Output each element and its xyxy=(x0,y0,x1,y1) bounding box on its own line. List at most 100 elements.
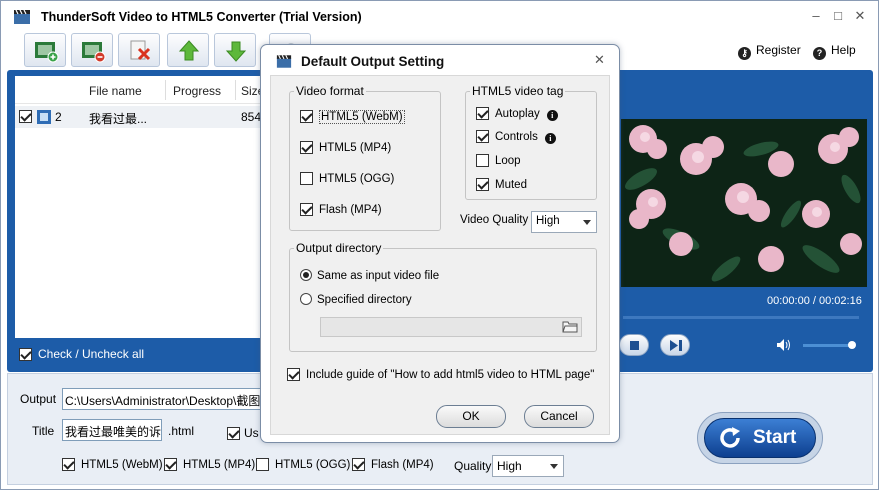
same-as-input-radio[interactable] xyxy=(300,269,312,281)
minimize-icon[interactable]: – xyxy=(807,7,825,25)
format-ogg-checkbox[interactable] xyxy=(256,458,269,471)
help-label: Help xyxy=(831,43,856,57)
help-link[interactable]: ? Help xyxy=(813,43,856,60)
vf-flash-option[interactable]: Flash (MP4) xyxy=(300,203,382,216)
register-link[interactable]: ⚷ Register xyxy=(738,43,801,60)
check-all-label: Check / Uncheck all xyxy=(38,347,145,361)
controls-checkbox[interactable] xyxy=(476,130,489,143)
autoplay-option[interactable]: Autoplay i xyxy=(476,107,558,121)
delete-icon xyxy=(130,40,151,61)
check-all-toggle[interactable]: Check / Uncheck all xyxy=(19,347,144,361)
info-icon[interactable]: i xyxy=(546,110,558,121)
include-guide-checkbox[interactable] xyxy=(287,368,300,381)
move-down-icon xyxy=(225,41,247,62)
format-webm-checkbox[interactable] xyxy=(62,458,75,471)
dialog-close-icon[interactable]: ✕ xyxy=(594,52,605,68)
quality-value: High xyxy=(497,459,522,473)
delete-button[interactable] xyxy=(118,33,160,67)
muted-checkbox[interactable] xyxy=(476,178,489,191)
format-flash-checkbox[interactable] xyxy=(352,458,365,471)
use-label: Us xyxy=(244,426,259,440)
autoplay-label: Autoplay xyxy=(495,108,540,120)
next-button[interactable] xyxy=(660,334,690,356)
title-field[interactable]: 我看过最唯美的诉 xyxy=(62,419,162,441)
use-option[interactable]: Us xyxy=(227,426,259,440)
default-output-setting-dialog: Default Output Setting ✕ Video format HT… xyxy=(260,44,620,443)
volume-slider[interactable] xyxy=(803,344,851,347)
start-label: Start xyxy=(753,427,797,448)
controls-option[interactable]: Controls i xyxy=(476,130,556,144)
move-up-button[interactable] xyxy=(167,33,209,67)
add-video-button[interactable] xyxy=(24,33,66,67)
column-divider xyxy=(165,80,166,100)
help-icon: ? xyxy=(813,47,826,60)
muted-option[interactable]: Muted xyxy=(476,178,527,191)
vf-webm-option[interactable]: HTML5 (WebM) xyxy=(300,110,405,124)
skip-forward-icon xyxy=(670,340,682,351)
film-icon xyxy=(37,110,51,124)
directory-path-field[interactable] xyxy=(320,317,582,337)
vf-ogg-label: HTML5 (OGG) xyxy=(319,173,395,185)
use-checkbox[interactable] xyxy=(227,427,240,440)
title-extension: .html xyxy=(168,424,195,438)
start-button[interactable]: Start xyxy=(697,412,823,464)
loop-checkbox[interactable] xyxy=(476,154,489,167)
seek-bar[interactable] xyxy=(623,316,859,319)
ok-button[interactable]: OK xyxy=(436,405,506,428)
format-ogg-option[interactable]: HTML5 (OGG) xyxy=(256,458,350,471)
close-icon[interactable]: ✕ xyxy=(851,7,869,25)
check-all-checkbox[interactable] xyxy=(19,348,32,361)
vf-webm-checkbox[interactable] xyxy=(300,110,313,123)
format-webm-option[interactable]: HTML5 (WebM) xyxy=(62,458,163,471)
video-quality-select[interactable]: High xyxy=(531,211,597,233)
table-row[interactable]: 2 我看过最... 854 xyxy=(15,106,266,128)
vf-ogg-checkbox[interactable] xyxy=(300,172,313,185)
controls-label: Controls xyxy=(495,131,538,143)
volume-icon[interactable] xyxy=(777,339,791,351)
stop-button[interactable] xyxy=(619,334,649,356)
vf-mp4-checkbox[interactable] xyxy=(300,141,313,154)
remove-video-button[interactable] xyxy=(71,33,113,67)
output-path-field[interactable]: C:\Users\Administrator\Desktop\截图\测 xyxy=(62,388,268,410)
title-label: Title xyxy=(32,424,55,438)
html5-video-tag-group: HTML5 video tag Autoplay i Controls i Loop… xyxy=(465,84,597,200)
same-as-input-option[interactable]: Same as input video file xyxy=(300,269,439,282)
volume-knob[interactable] xyxy=(848,341,856,349)
app-title: ThunderSoft Video to HTML5 Converter (Tr… xyxy=(41,10,362,24)
format-mp4-option[interactable]: HTML5 (MP4) xyxy=(164,458,255,471)
output-directory-title: Output directory xyxy=(294,241,384,255)
row-index: 2 xyxy=(55,110,62,124)
video-format-group: Video format HTML5 (WebM) HTML5 (MP4) HT… xyxy=(289,84,441,231)
include-guide-label: Include guide of "How to add html5 video… xyxy=(306,369,595,381)
folder-icon[interactable] xyxy=(562,319,578,334)
dialog-title: Default Output Setting xyxy=(301,54,445,69)
vf-mp4-option[interactable]: HTML5 (MP4) xyxy=(300,141,391,154)
register-label: Register xyxy=(756,43,801,57)
flowers-image xyxy=(621,119,867,287)
specified-directory-radio[interactable] xyxy=(300,293,312,305)
autoplay-checkbox[interactable] xyxy=(476,107,489,120)
refresh-icon xyxy=(720,427,740,448)
time-display: 00:00:00 / 00:02:16 xyxy=(767,295,862,307)
vf-flash-checkbox[interactable] xyxy=(300,203,313,216)
loop-option[interactable]: Loop xyxy=(476,154,521,167)
format-flash-option[interactable]: Flash (MP4) xyxy=(352,458,434,471)
vf-flash-label: Flash (MP4) xyxy=(319,204,382,216)
maximize-icon[interactable]: □ xyxy=(829,7,847,25)
column-progress[interactable]: Progress xyxy=(173,84,221,98)
quality-select[interactable]: High xyxy=(492,455,564,477)
specified-directory-option[interactable]: Specified directory xyxy=(300,293,412,306)
include-guide-option[interactable]: Include guide of "How to add html5 video… xyxy=(287,368,594,381)
vf-ogg-option[interactable]: HTML5 (OGG) xyxy=(300,172,394,185)
column-file-name[interactable]: File name xyxy=(89,84,142,98)
cancel-button[interactable]: Cancel xyxy=(524,405,594,428)
format-mp4-label: HTML5 (MP4) xyxy=(183,459,256,471)
info-icon[interactable]: i xyxy=(544,133,556,144)
video-preview xyxy=(621,119,867,287)
format-webm-label: HTML5 (WebM) xyxy=(81,459,163,471)
format-mp4-checkbox[interactable] xyxy=(164,458,177,471)
row-file-name: 我看过最... xyxy=(89,112,148,126)
same-as-input-label: Same as input video file xyxy=(317,270,440,282)
move-down-button[interactable] xyxy=(214,33,256,67)
row-checkbox[interactable] xyxy=(19,110,32,123)
